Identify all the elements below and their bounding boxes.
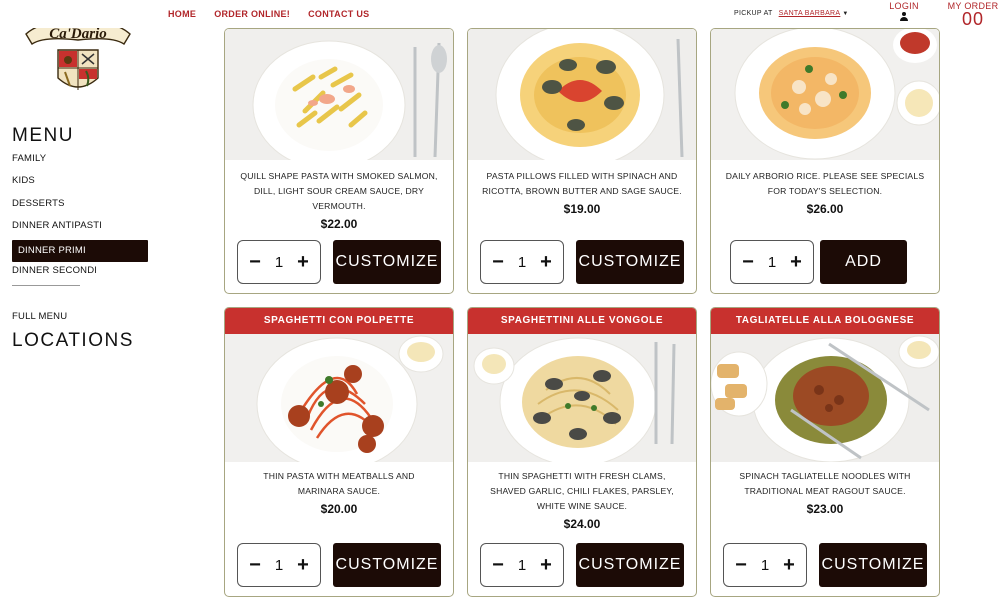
quantity-stepper: − 1 + xyxy=(480,543,564,587)
sidebar-item-dinner-antipasti[interactable]: DINNER ANTIPASTI xyxy=(12,218,152,240)
card-actions: − 1 + CUSTOMIZE xyxy=(480,240,684,284)
customize-button[interactable]: CUSTOMIZE xyxy=(576,543,684,587)
plus-icon[interactable]: + xyxy=(782,555,796,575)
dish-price: $23.00 xyxy=(806,502,844,516)
dish-description: DAILY ARBORIO RICE. PLEASE SEE SPECIALS … xyxy=(725,171,925,196)
customize-button[interactable]: CUSTOMIZE xyxy=(333,240,441,284)
card-actions: − 1 + ADD xyxy=(723,240,927,284)
dish-description: THIN SPAGHETTI WITH FRESH CLAMS, SHAVED … xyxy=(490,471,674,511)
dish-price: $19.00 xyxy=(563,202,601,216)
customize-button[interactable]: CUSTOMIZE xyxy=(333,543,441,587)
plus-icon[interactable]: + xyxy=(296,252,310,272)
card-actions: − 1 + CUSTOMIZE xyxy=(237,240,441,284)
dish-price: $24.00 xyxy=(563,517,601,531)
menu-card-risotto: DAILY ARBORIO RICE. PLEASE SEE SPECIALS … xyxy=(710,28,940,294)
card-actions: − 1 + CUSTOMIZE xyxy=(237,543,441,587)
card-title: TAGLIATELLE ALLA BOLOGNESE xyxy=(711,308,939,334)
minus-icon[interactable]: − xyxy=(248,252,262,272)
add-button[interactable]: ADD xyxy=(820,240,907,284)
sidebar-item-kids[interactable]: KIDS xyxy=(12,173,152,195)
dish-price: $22.00 xyxy=(320,217,358,231)
plus-icon[interactable]: + xyxy=(296,555,310,575)
sidebar-item-dinner-secondi[interactable]: DINNER SECONDI xyxy=(12,263,152,285)
menu-card-ravioli: PASTA PILLOWS FILLED WITH SPINACH AND RI… xyxy=(467,28,697,294)
quantity-stepper: − 1 + xyxy=(237,543,321,587)
my-order-button[interactable]: MY ORDER 00 xyxy=(946,1,1000,29)
caret-down-icon[interactable]: ▼ xyxy=(842,11,848,17)
dish-photo xyxy=(225,334,453,462)
dish-photo xyxy=(711,334,939,462)
order-count: 00 xyxy=(961,9,985,29)
plus-icon[interactable]: + xyxy=(789,252,803,272)
dish-price: $20.00 xyxy=(320,502,358,516)
minus-icon[interactable]: − xyxy=(248,555,262,575)
minus-icon[interactable]: − xyxy=(491,555,505,575)
user-icon xyxy=(899,12,909,22)
menu-card-spaghettini-vongole: SPAGHETTINI ALLE VONGOLE THIN SPAGHETTI … xyxy=(467,307,697,597)
sidebar-item-dinner-primi[interactable]: DINNER PRIMI xyxy=(12,240,148,263)
menu-card-spaghetti-polpette: SPAGHETTI CON POLPETTE THIN PASTA WITH M… xyxy=(224,307,454,597)
pickup-selector: PICKUP AT SANTA BARBARA ▼ xyxy=(734,10,849,17)
dish-description: SPINACH TAGLIATELLE NOODLES WITH TRADITI… xyxy=(739,471,911,496)
dish-price: $26.00 xyxy=(806,202,844,216)
quantity-value: 1 xyxy=(274,556,284,574)
pickup-label: PICKUP AT xyxy=(734,10,773,17)
card-title: SPAGHETTI CON POLPETTE xyxy=(225,308,453,334)
dish-photo xyxy=(468,29,696,160)
quantity-value: 1 xyxy=(767,253,777,271)
nav-home-link[interactable]: HOME xyxy=(168,9,196,19)
quantity-value: 1 xyxy=(517,556,527,574)
sidebar-divider xyxy=(12,285,80,287)
quantity-value: 1 xyxy=(760,556,770,574)
minus-icon[interactable]: − xyxy=(491,252,505,272)
minus-icon[interactable]: − xyxy=(734,555,748,575)
login-button[interactable]: LOGIN xyxy=(888,1,920,22)
dish-photo xyxy=(225,29,453,160)
quantity-stepper: − 1 + xyxy=(237,240,321,284)
login-label: LOGIN xyxy=(889,1,919,11)
nav-contact-link[interactable]: CONTACT US xyxy=(308,9,369,19)
top-nav: HOME ORDER ONLINE! CONTACT US PICKUP AT S… xyxy=(0,0,1000,28)
menu-card-tagliatelle-bolognese: TAGLIATELLE ALLA BOLOGNESE SPINACH TAGLI… xyxy=(710,307,940,597)
sidebar-item-family[interactable]: FAMILY xyxy=(12,151,152,173)
locations-link[interactable]: LOCATIONS xyxy=(12,330,152,352)
minus-icon[interactable]: − xyxy=(741,252,755,272)
dish-description: QUILL SHAPE PASTA WITH SMOKED SALMON, DI… xyxy=(240,171,438,211)
customize-button[interactable]: CUSTOMIZE xyxy=(576,240,684,284)
dish-photo xyxy=(468,334,696,462)
sidebar-item-desserts[interactable]: DESSERTS xyxy=(12,196,152,218)
menu-title: MENU xyxy=(12,125,74,146)
quantity-value: 1 xyxy=(274,253,284,271)
quantity-value: 1 xyxy=(517,253,527,271)
dish-photo xyxy=(711,29,939,160)
customize-button[interactable]: CUSTOMIZE xyxy=(819,543,927,587)
card-title: SPAGHETTINI ALLE VONGOLE xyxy=(468,308,696,334)
logo-text: Ca'Dario xyxy=(49,26,107,42)
quantity-stepper: − 1 + xyxy=(723,543,807,587)
ca-dario-logo[interactable]: Ca'Dario xyxy=(20,18,136,98)
quantity-stepper: − 1 + xyxy=(480,240,564,284)
menu-card-penne-salmone: QUILL SHAPE PASTA WITH SMOKED SALMON, DI… xyxy=(224,28,454,294)
card-actions: − 1 + CUSTOMIZE xyxy=(480,543,684,587)
pickup-location-link[interactable]: SANTA BARBARA xyxy=(779,10,841,17)
quantity-stepper: − 1 + xyxy=(730,240,814,284)
nav-order-online-link[interactable]: ORDER ONLINE! xyxy=(214,9,290,19)
plus-icon[interactable]: + xyxy=(539,555,553,575)
card-actions: − 1 + CUSTOMIZE xyxy=(723,543,927,587)
full-menu-link[interactable]: FULL MENU xyxy=(12,311,67,322)
plus-icon[interactable]: + xyxy=(539,252,553,272)
sidebar: MENU FAMILY KIDS DESSERTS DINNER ANTIPAS… xyxy=(12,125,152,352)
dish-description: THIN PASTA WITH MEATBALLS AND MARINARA S… xyxy=(263,471,415,496)
nav-links: HOME ORDER ONLINE! CONTACT US xyxy=(168,9,387,19)
dish-description: PASTA PILLOWS FILLED WITH SPINACH AND RI… xyxy=(482,171,682,196)
